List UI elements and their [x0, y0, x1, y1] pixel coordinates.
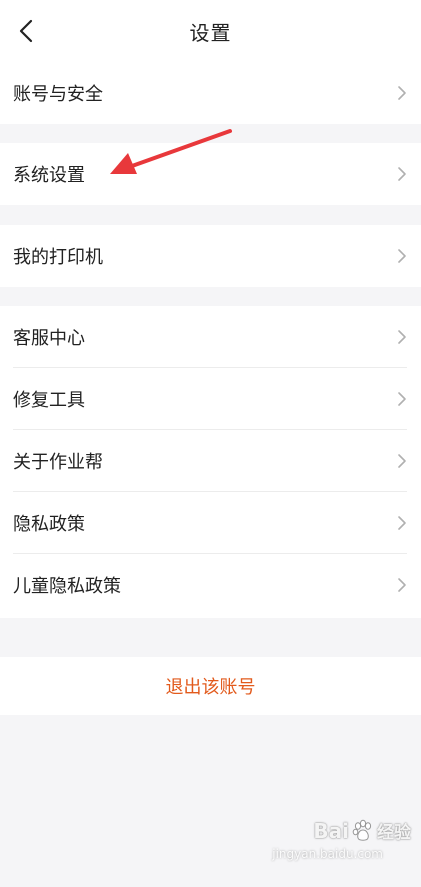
menu-item-system-settings[interactable]: 系统设置 [0, 143, 421, 205]
menu-item-my-printer[interactable]: 我的打印机 [0, 225, 421, 287]
menu-item-label: 关于作业帮 [13, 452, 103, 473]
menu-item-about[interactable]: 关于作业帮 [0, 430, 421, 492]
menu-item-account-security[interactable]: 账号与安全 [0, 62, 421, 124]
menu-item-label: 我的打印机 [13, 247, 103, 268]
menu-item-privacy-policy[interactable]: 隐私政策 [0, 492, 421, 554]
menu-item-label: 客服中心 [13, 328, 85, 349]
nav-bar: 设置 [0, 0, 421, 62]
watermark-brand-left: Bai [313, 818, 349, 843]
menu-item-label: 系统设置 [13, 165, 85, 186]
menu-item-customer-service[interactable]: 客服中心 [0, 306, 421, 368]
menu-item-children-privacy-policy[interactable]: 儿童隐私政策 [0, 554, 421, 616]
settings-group-support: 客服中心 修复工具 关于作业帮 隐私政策 儿童隐私政策 [0, 306, 421, 618]
menu-item-repair-tool[interactable]: 修复工具 [0, 368, 421, 430]
chevron-right-icon [398, 454, 406, 468]
settings-group-printer: 我的打印机 [0, 225, 421, 287]
watermark-logo: Bai 经验 [313, 818, 411, 844]
watermark-brand-right: 经验 [377, 823, 411, 843]
page-title: 设置 [189, 20, 232, 45]
menu-item-label: 隐私政策 [13, 514, 85, 535]
chevron-right-icon [398, 86, 406, 100]
settings-group-system: 系统设置 [0, 143, 421, 205]
settings-group-account: 账号与安全 [0, 62, 421, 124]
chevron-left-icon [19, 19, 33, 43]
paw-icon [352, 819, 372, 841]
watermark-url: jingyan.baidu.com [272, 847, 383, 861]
logout-button[interactable]: 退出该账号 [0, 657, 421, 715]
chevron-right-icon [398, 578, 406, 592]
chevron-right-icon [398, 249, 406, 263]
chevron-right-icon [398, 167, 406, 181]
logout-label: 退出该账号 [165, 677, 256, 698]
chevron-right-icon [398, 392, 406, 406]
menu-item-label: 修复工具 [13, 390, 85, 411]
chevron-right-icon [398, 516, 406, 530]
chevron-right-icon [398, 330, 406, 344]
menu-item-label: 儿童隐私政策 [13, 576, 121, 597]
back-button[interactable] [8, 13, 44, 49]
menu-item-label: 账号与安全 [13, 84, 103, 105]
